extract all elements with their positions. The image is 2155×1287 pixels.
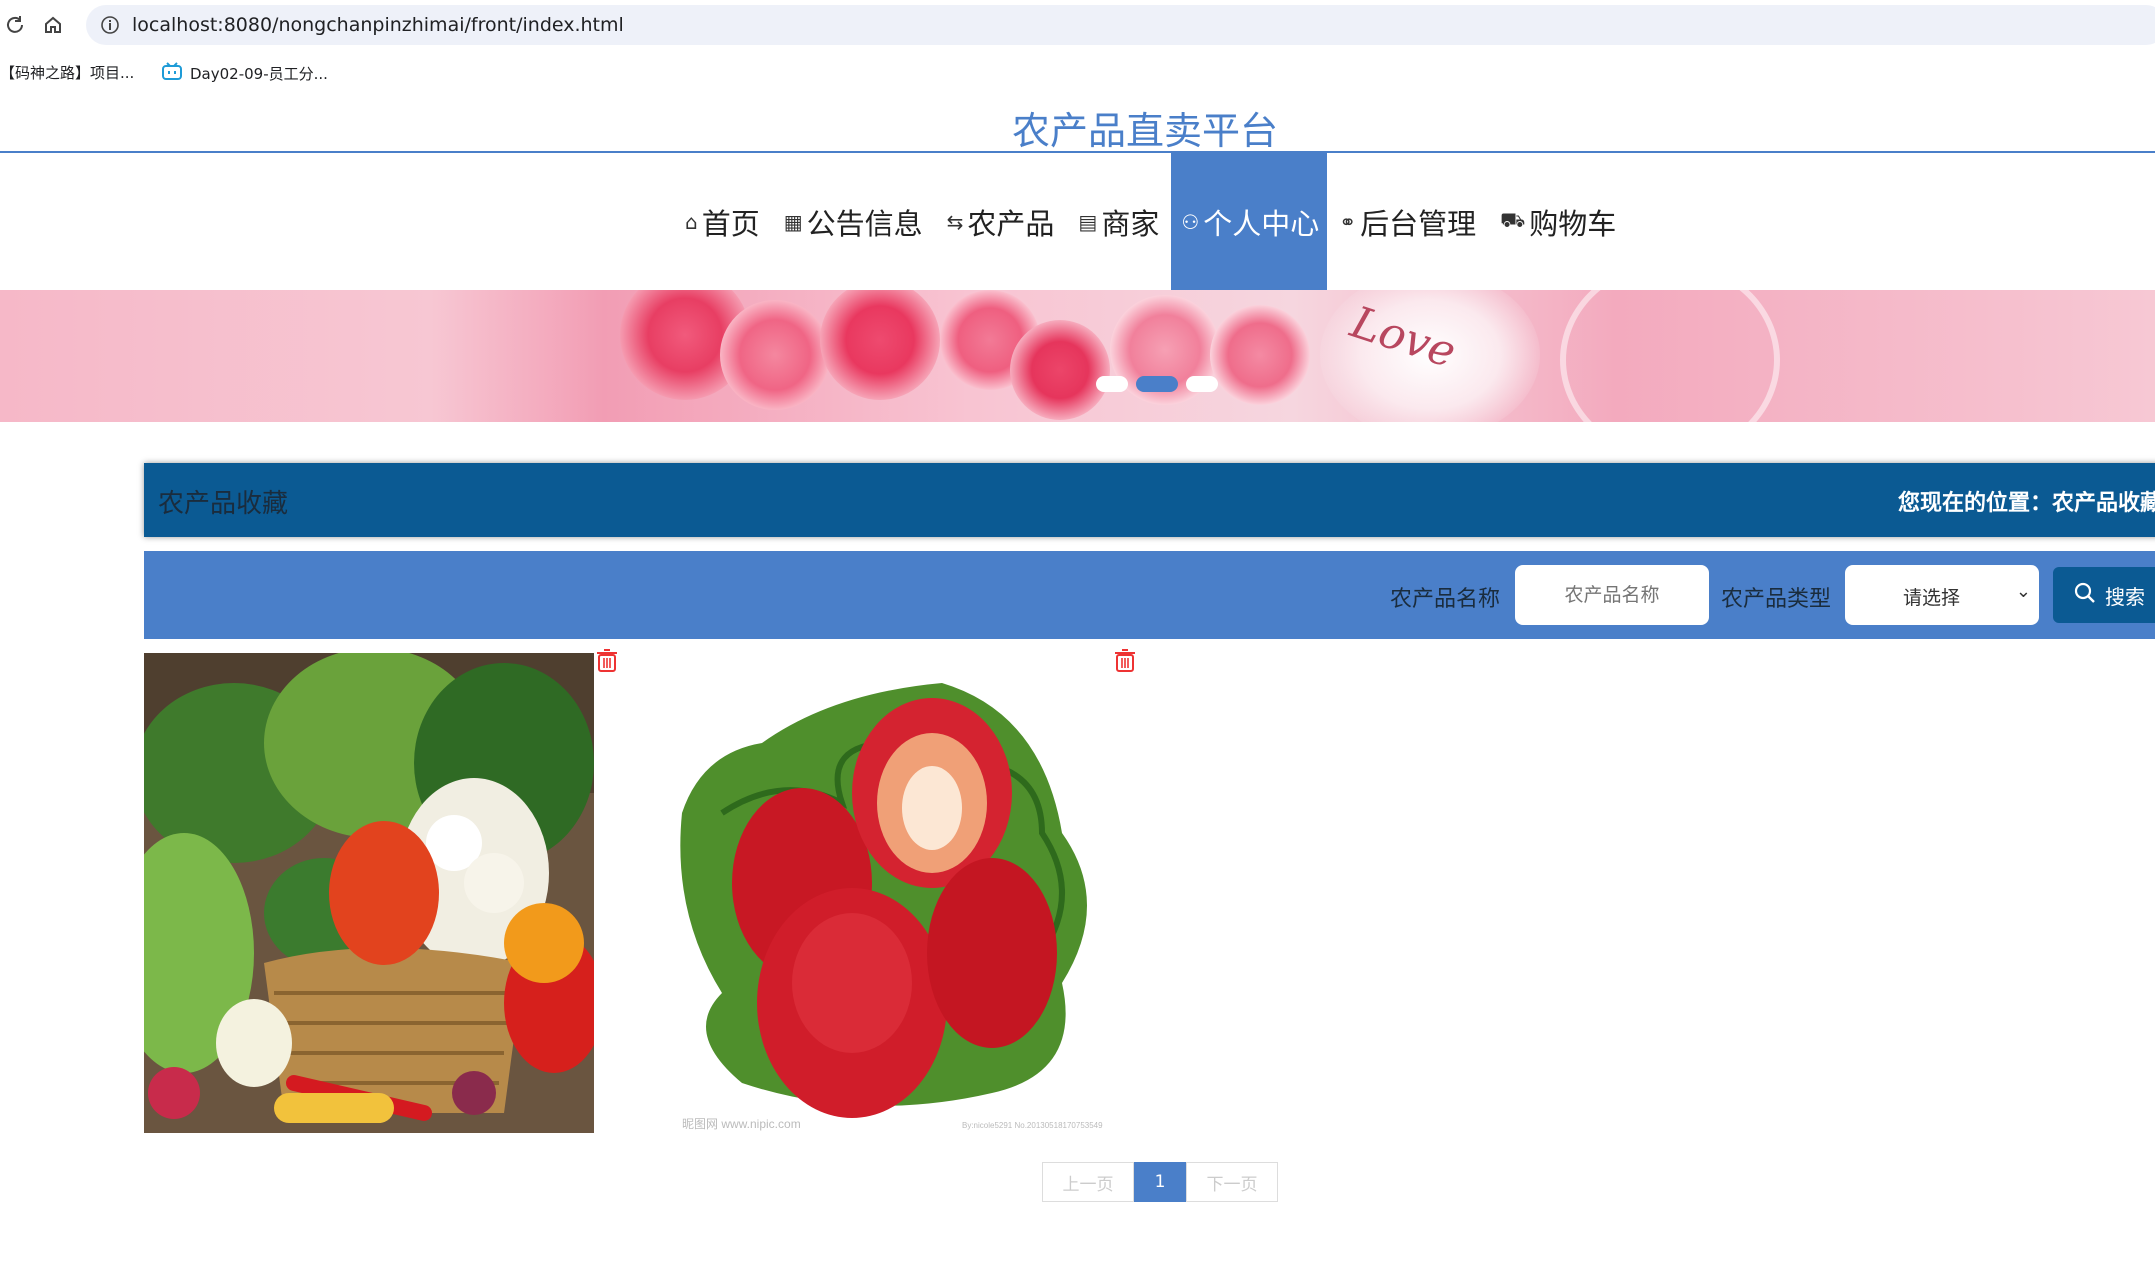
nav-item-0[interactable]: ⌂ 首页 <box>673 153 772 290</box>
pagination: 上一页 1 下一页 <box>1042 1162 1278 1202</box>
type-select-value: 请选择 <box>1903 587 1961 609</box>
name-filter-label: 农产品名称 <box>1390 587 1501 612</box>
main-nav-items: ⌂ 首页 ▦ 公告信息 ⇆ 农产品 ▤ 商家 ⚇ 个人中心 ⚭ 后台管理 ⛟ 购物车 <box>673 153 1628 290</box>
chevron-down-icon: ⌄ <box>2015 581 2031 602</box>
banner-rose <box>720 300 830 410</box>
nav-item-label: 首页 <box>701 206 760 241</box>
banner-rose <box>1010 320 1110 420</box>
watermark-left: 昵图网 www.nipic.com <box>682 1117 801 1131</box>
page-number-current[interactable]: 1 <box>1134 1162 1186 1202</box>
carousel-dot-active[interactable] <box>1136 376 1178 392</box>
swap-icon: ⇆ <box>946 209 964 234</box>
type-filter-select[interactable]: 请选择 ⌄ <box>1845 565 2039 625</box>
search-button-label: 搜索 <box>2105 584 2145 609</box>
carousel-indicators <box>1096 376 1218 392</box>
home-icon[interactable] <box>38 10 68 40</box>
home-icon: ⌂ <box>685 209 698 234</box>
banner-rose <box>820 290 940 400</box>
reload-icon[interactable] <box>0 10 30 40</box>
banner-ring <box>1560 290 1780 422</box>
prev-page-button[interactable]: 上一页 <box>1042 1162 1134 1202</box>
section-header: 农产品收藏 您现在的位置：农产品收藏 <box>144 463 2155 537</box>
address-bar[interactable]: localhost:8080/nongchanpinzhimai/front/i… <box>86 5 2155 45</box>
search-filter-bar: 农产品名称 农产品类型 请选择 ⌄ 搜索 <box>144 551 2155 639</box>
vegetable-basket-image <box>144 653 594 1133</box>
banner-carousel[interactable]: Love <box>0 290 2155 422</box>
info-icon[interactable] <box>100 15 120 39</box>
next-page-button[interactable]: 下一页 <box>1186 1162 1278 1202</box>
trash-icon[interactable] <box>594 647 620 673</box>
bilibili-icon <box>162 62 182 84</box>
banner-rose <box>1210 305 1310 405</box>
nav-item-1[interactable]: ▦ 公告信息 <box>772 153 935 290</box>
trash-icon[interactable] <box>1112 647 1138 673</box>
bookmark-item[interactable]: 【码神之路】项目... <box>0 62 134 83</box>
cart-icon: ⛟ <box>1500 208 1526 232</box>
nav-item-label: 商家 <box>1101 206 1160 241</box>
bookmark-item[interactable]: Day02-09-员工分... <box>162 62 328 84</box>
nav-item-label: 公告信息 <box>806 206 923 241</box>
clipboard-icon: ▤ <box>1078 209 1098 234</box>
bookmarks-bar: 【码神之路】项目... Day02-09-员工分... <box>0 50 2155 94</box>
grid-icon: ▦ <box>783 209 803 234</box>
nav-item-5[interactable]: ⚭ 后台管理 <box>1327 153 1488 290</box>
bookmark-label: Day02-09-员工分... <box>190 64 328 83</box>
strawberry-image: 昵图网 www.nipic.com By:nicole5291 No.20130… <box>662 653 1112 1133</box>
favorite-item-card[interactable] <box>144 653 594 1133</box>
user-icon: ⚇ <box>1181 209 1200 234</box>
name-filter-input[interactable] <box>1515 565 1709 625</box>
bookmark-label: 【码神之路】项目... <box>0 64 135 82</box>
breadcrumb: 您现在的位置：农产品收藏 <box>1897 491 2155 516</box>
browser-toolbar: localhost:8080/nongchanpinzhimai/front/i… <box>0 0 2155 50</box>
nav-item-label: 购物车 <box>1529 206 1617 241</box>
nav-item-label: 个人中心 <box>1203 206 1320 241</box>
nav-item-3[interactable]: ▤ 商家 <box>1066 153 1171 290</box>
section-title: 农产品收藏 <box>158 489 289 519</box>
type-filter-label: 农产品类型 <box>1721 587 1832 612</box>
search-icon <box>2073 581 2097 610</box>
favorite-item-card[interactable]: 昵图网 www.nipic.com By:nicole5291 No.20130… <box>662 653 1112 1133</box>
nav-item-4[interactable]: ⚇ 个人中心 <box>1171 153 1328 290</box>
nav-item-2[interactable]: ⇆ 农产品 <box>935 153 1067 290</box>
nav-item-label: 后台管理 <box>1360 206 1477 241</box>
nav-item-label: 农产品 <box>967 206 1055 241</box>
watermark-right: By:nicole5291 No.20130518170753549 <box>962 1121 1103 1130</box>
carousel-dot[interactable] <box>1186 376 1218 392</box>
url-text: localhost:8080/nongchanpinzhimai/front/i… <box>132 14 624 36</box>
main-nav: ⌂ 首页 ▦ 公告信息 ⇆ 农产品 ▤ 商家 ⚇ 个人中心 ⚭ 后台管理 ⛟ 购物车 <box>0 153 2155 290</box>
carousel-dot[interactable] <box>1096 376 1128 392</box>
site-title: 农产品直卖平台 <box>1011 109 1278 153</box>
link-icon: ⚭ <box>1339 209 1357 234</box>
search-button[interactable]: 搜索 <box>2053 567 2155 623</box>
nav-item-6[interactable]: ⛟ 购物车 <box>1488 153 1628 290</box>
